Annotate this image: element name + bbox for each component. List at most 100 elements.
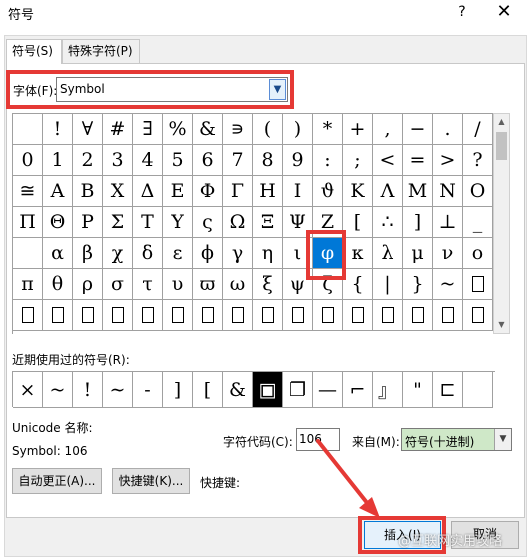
symbol-cell[interactable]: * (313, 114, 343, 145)
symbol-cell[interactable]: ν (433, 238, 463, 269)
symbol-cell[interactable]: − (403, 114, 433, 145)
symbol-cell[interactable]: ( (253, 114, 283, 145)
from-select[interactable]: 符号(十进制) ▼ (401, 428, 512, 451)
symbol-cell[interactable]: Ι (283, 176, 313, 207)
symbol-cell[interactable]: + (343, 114, 373, 145)
symbol-cell[interactable]: [ (343, 207, 373, 238)
recent-symbol-cell[interactable]: ❐ (283, 372, 313, 408)
close-button[interactable]: ✕ (490, 1, 518, 23)
symbol-cell[interactable]: ∀ (73, 114, 103, 145)
symbol-cell[interactable]: ϑ (313, 176, 343, 207)
recent-symbol-cell[interactable] (463, 372, 493, 408)
symbol-cell[interactable] (133, 300, 163, 331)
symbol-cell[interactable]: ? (463, 145, 493, 176)
symbol-cell[interactable]: . (433, 114, 463, 145)
symbol-cell[interactable]: & (193, 114, 223, 145)
autocorrect-button[interactable]: 自动更正(A)... (12, 468, 102, 494)
symbol-cell[interactable] (193, 300, 223, 331)
tab-special-characters[interactable]: 特殊字符(P) (62, 39, 140, 63)
symbol-cell[interactable]: 2 (73, 145, 103, 176)
symbol-cell[interactable] (103, 300, 133, 331)
symbol-cell[interactable] (433, 300, 463, 331)
help-button[interactable]: ? (452, 2, 472, 22)
symbol-cell[interactable] (463, 300, 493, 331)
symbol-cell[interactable]: 7 (223, 145, 253, 176)
symbol-cell[interactable]: ω (223, 269, 253, 300)
symbol-cell[interactable]: ο (463, 238, 493, 269)
symbol-cell[interactable]: Σ (103, 207, 133, 238)
recent-symbol-cell[interactable]: " (403, 372, 433, 408)
symbol-cell[interactable]: , (373, 114, 403, 145)
recent-symbol-cell[interactable]: ~ (43, 372, 73, 408)
symbol-cell[interactable]: ; (343, 145, 373, 176)
recent-symbol-cell[interactable]: ▣ (253, 372, 283, 408)
symbol-cell[interactable]: δ (133, 238, 163, 269)
symbol-cell[interactable]: μ (403, 238, 433, 269)
symbol-cell[interactable]: ⊥ (433, 207, 463, 238)
tab-symbols[interactable]: 符号(S) (6, 39, 62, 64)
symbol-cell[interactable]: υ (163, 269, 193, 300)
scroll-down-icon[interactable]: ▼ (494, 317, 509, 333)
symbol-cell[interactable]: η (253, 238, 283, 269)
symbol-cell[interactable] (43, 300, 73, 331)
symbol-cell[interactable]: 8 (253, 145, 283, 176)
symbol-cell[interactable]: β (73, 238, 103, 269)
symbol-cell[interactable] (13, 114, 43, 145)
symbol-cell[interactable]: Λ (373, 176, 403, 207)
symbol-cell[interactable]: χ (103, 238, 133, 269)
symbol-cell[interactable]: τ (133, 269, 163, 300)
recent-symbol-cell[interactable]: — (313, 372, 343, 408)
symbol-cell[interactable] (223, 300, 253, 331)
symbol-cell[interactable]: : (313, 145, 343, 176)
symbol-cell[interactable]: > (433, 145, 463, 176)
symbol-cell[interactable]: Υ (163, 207, 193, 238)
symbol-cell[interactable]: % (163, 114, 193, 145)
symbol-cell[interactable]: Ο (463, 176, 493, 207)
symbol-cell[interactable]: Φ (193, 176, 223, 207)
symbol-cell[interactable]: σ (103, 269, 133, 300)
symbol-cell[interactable]: 3 (103, 145, 133, 176)
symbol-cell[interactable]: ∍ (223, 114, 253, 145)
symbol-cell[interactable] (283, 300, 313, 331)
symbol-cell[interactable]: Β (73, 176, 103, 207)
symbol-cell[interactable] (313, 300, 343, 331)
recent-symbol-cell[interactable]: 』 (373, 372, 403, 408)
symbol-cell[interactable]: Δ (133, 176, 163, 207)
symbol-cell[interactable]: λ (373, 238, 403, 269)
recent-symbol-cell[interactable]: × (13, 372, 43, 408)
symbol-cell[interactable]: γ (223, 238, 253, 269)
symbol-cell[interactable]: Ρ (73, 207, 103, 238)
symbol-grid-scrollbar[interactable]: ▲ ▼ (493, 113, 510, 334)
recent-symbol-cell[interactable]: ⊏ (433, 372, 463, 408)
symbol-cell[interactable] (373, 300, 403, 331)
symbol-cell[interactable]: Τ (133, 207, 163, 238)
symbol-cell[interactable]: 9 (283, 145, 313, 176)
symbol-cell[interactable]: ≅ (13, 176, 43, 207)
recent-symbol-cell[interactable]: & (223, 372, 253, 408)
symbol-cell[interactable]: 5 (163, 145, 193, 176)
symbol-cell[interactable]: Γ (223, 176, 253, 207)
symbol-cell[interactable]: ] (403, 207, 433, 238)
symbol-cell[interactable] (13, 238, 43, 269)
symbol-cell[interactable]: Ν (433, 176, 463, 207)
symbol-cell[interactable]: _ (463, 207, 493, 238)
scroll-thumb[interactable] (496, 132, 507, 160)
symbol-cell[interactable]: Κ (343, 176, 373, 207)
symbol-cell[interactable]: κ (343, 238, 373, 269)
symbol-cell[interactable] (403, 300, 433, 331)
symbol-cell[interactable]: 6 (193, 145, 223, 176)
symbol-cell[interactable] (163, 300, 193, 331)
symbol-cell[interactable]: ) (283, 114, 313, 145)
recent-symbol-cell[interactable]: ∼ (103, 372, 133, 408)
symbol-cell[interactable] (463, 269, 493, 300)
symbol-cell[interactable] (73, 300, 103, 331)
symbol-cell[interactable]: ϖ (193, 269, 223, 300)
symbol-cell[interactable]: ς (193, 207, 223, 238)
recent-symbol-cell[interactable]: [ (193, 372, 223, 408)
symbol-cell[interactable]: ∃ (133, 114, 163, 145)
symbol-cell[interactable]: ξ (253, 269, 283, 300)
symbol-cell[interactable]: Ε (163, 176, 193, 207)
symbol-cell[interactable] (253, 300, 283, 331)
symbol-cell[interactable]: ~ (433, 269, 463, 300)
symbol-cell[interactable]: 4 (133, 145, 163, 176)
